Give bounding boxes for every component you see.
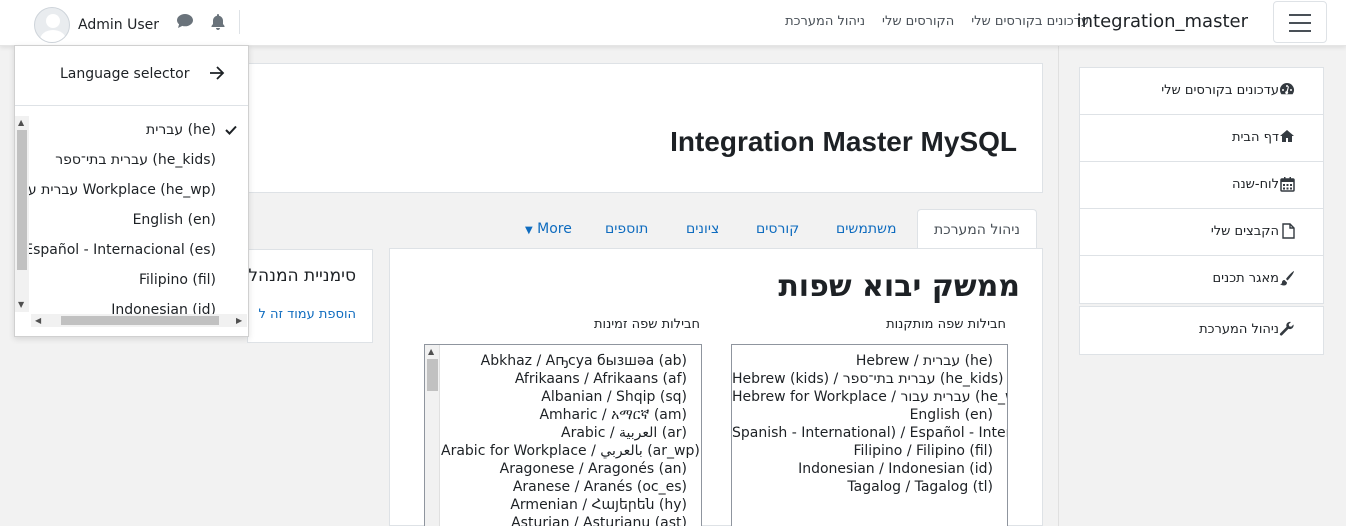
list-option[interactable]: Aragonese / Aragonés (an) <box>441 460 687 478</box>
list-option[interactable]: Filipino / Filipino (fil) <box>732 442 993 460</box>
list-option[interactable]: Afrikaans / Afrikaans (af) <box>441 370 687 388</box>
drawer-item-label: דף הבית <box>1231 130 1279 145</box>
language-option-he-wp[interactable]: עברית עבור Workplace (he_wp) <box>15 182 216 198</box>
language-selector-title[interactable]: Language selector <box>60 66 189 82</box>
site-brand[interactable]: integration_master <box>1077 11 1248 32</box>
dashboard-icon <box>1279 82 1295 100</box>
list-option[interactable]: Hebrew (kids) / עברית בתי־ספר (he_kids) <box>732 370 1004 388</box>
user-menu-toggle[interactable]: Admin User <box>34 7 159 43</box>
listbox-scrollbar[interactable]: ▲ <box>425 345 440 526</box>
home-icon <box>1279 129 1295 147</box>
drawer-item-label: לוח-שנה <box>1231 177 1279 192</box>
list-option[interactable]: Arabic / العربية (ar) <box>441 424 687 442</box>
tab-more[interactable]: ▼ More <box>509 209 588 249</box>
installed-packs-label: חבילות שפה מותקנות <box>886 317 1006 332</box>
block-title: סימניית המנהל <box>248 266 356 286</box>
tab-courses[interactable]: קורסים <box>740 209 815 249</box>
nav-link-my-courses[interactable]: הקורסים שלי <box>882 14 954 29</box>
available-packs-label: חבילות שפה זמינות <box>593 317 700 332</box>
drawer-item-label: ניהול המערכת <box>1199 322 1279 337</box>
drawer-item-calendar[interactable]: לוח-שנה <box>1080 162 1323 209</box>
language-import-panel: ממשק יבוא שפות חבילות שפה מותקנות חבילות… <box>389 248 1043 526</box>
list-option[interactable]: Abkhaz / Аҧсуа бызшәа (ab) <box>441 352 687 370</box>
list-option[interactable]: Asturian / Asturianu (ast) <box>441 514 687 526</box>
language-list: עברית (he) עברית בתי־ספר (he_kids) עברית… <box>15 116 248 316</box>
navbar-divider <box>239 10 240 34</box>
drawer-item-label: הקבצים שלי <box>1210 224 1279 239</box>
bookmark-page-link[interactable]: הוספת עמוד זה ל <box>258 307 356 322</box>
list-option[interactable]: Arabic for Workplace / بالعربي (ar_wp) <box>441 442 700 460</box>
available-packs-listbox[interactable]: ▲ Abkhaz / Аҧсуа бызшәа (ab) Afrikaans /… <box>424 344 702 526</box>
tab-users[interactable]: משתמשים <box>820 209 912 249</box>
caret-down-icon: ▼ <box>525 225 533 236</box>
list-option[interactable]: Tagalog / Tagalog (tl) <box>732 478 993 496</box>
tab-more-label: More <box>537 221 572 237</box>
list-option[interactable]: Aranese / Aranés (oc_es) <box>441 478 687 496</box>
tab-plugins[interactable]: תוספים <box>589 209 664 249</box>
admin-tabs: ניהול המערכת משתמשים קורסים ציונים תוספי… <box>389 209 1043 249</box>
language-option-fil[interactable]: Filipino (fil) <box>139 272 216 288</box>
nav-link-my-courses-updates[interactable]: עדכונים בקורסים שלי <box>971 14 1089 29</box>
messages-icon[interactable] <box>176 13 194 33</box>
list-option[interactable]: Armenian / Հայերեն (hy) <box>441 496 687 514</box>
wrench-icon <box>1279 321 1295 341</box>
drawer-item-label: עדכונים בקורסים שלי <box>1161 83 1279 98</box>
drawer-item-private-files[interactable]: הקבצים שלי <box>1080 209 1323 256</box>
language-selector-dropdown: Language selector עברית (he) עברית בתי־ס… <box>14 45 249 337</box>
language-list-vertical-scrollbar[interactable]: ▲ ▼ <box>15 116 29 312</box>
section-heading: ממשק יבוא שפות <box>778 269 1020 304</box>
page-header: Integration Master MySQL <box>247 63 1043 193</box>
notifications-bell-icon[interactable] <box>210 13 226 34</box>
list-option[interactable]: English (en) <box>732 406 993 424</box>
drawer-item-site-admin[interactable]: ניהול המערכת <box>1080 307 1323 354</box>
language-selector-header[interactable]: Language selector <box>15 46 248 106</box>
language-list-horizontal-scrollbar[interactable]: ◀ ▶ <box>31 314 247 327</box>
list-option[interactable]: Hebrew for Workplace / עברית עבור (he_wp… <box>732 388 1007 406</box>
nav-link-site-admin[interactable]: ניהול המערכת <box>785 14 865 29</box>
language-option-he-kids[interactable]: עברית בתי־ספר (he_kids) <box>55 152 216 168</box>
user-name[interactable]: Admin User <box>78 17 159 33</box>
scrollbar-thumb[interactable] <box>17 130 27 270</box>
list-option[interactable]: Amharic / አማርኛ (am) <box>441 406 687 424</box>
calendar-icon <box>1280 176 1295 196</box>
file-icon <box>1282 223 1295 243</box>
language-option-en[interactable]: English (en) <box>133 212 216 228</box>
list-option[interactable]: Albanian / Shqip (sq) <box>441 388 687 406</box>
drawer-nav-group: עדכונים בקורסים שלי דף הבית לוח-שנה הקבצ… <box>1079 67 1324 304</box>
admin-bookmarks-block: סימניית המנהל הוספת עמוד זה ל <box>247 249 373 343</box>
drawer-item-content-bank[interactable]: מאגר תכנים <box>1080 256 1323 303</box>
language-option-he[interactable]: עברית (he) <box>146 122 216 138</box>
user-avatar[interactable] <box>34 7 70 43</box>
scrollbar-thumb[interactable] <box>61 316 219 325</box>
drawer-item-home[interactable]: דף הבית <box>1080 115 1323 162</box>
drawer-item-label: מאגר תכנים <box>1212 271 1279 286</box>
drawer-admin-group: ניהול המערכת <box>1079 306 1324 355</box>
list-option[interactable]: Spanish - International) / Español - Int… <box>732 424 1007 442</box>
scrollbar-thumb[interactable] <box>427 359 438 391</box>
list-option[interactable]: Indonesian / Indonesian (id) <box>732 460 993 478</box>
top-navbar: Admin User עדכונים בקורסים שלי הקורסים ש… <box>0 0 1346 46</box>
language-option-es[interactable]: Español - Internacional (es) <box>24 242 216 258</box>
nav-drawer: עדכונים בקורסים שלי דף הבית לוח-שנה הקבצ… <box>1058 46 1346 526</box>
hamburger-menu-button[interactable] <box>1273 1 1327 43</box>
drawer-item-dashboard[interactable]: עדכונים בקורסים שלי <box>1080 68 1323 115</box>
primary-navigation: עדכונים בקורסים שלי הקורסים שלי ניהול המ… <box>785 14 1089 29</box>
list-option[interactable]: Hebrew / עברית (he) <box>732 352 993 370</box>
paint-brush-icon <box>1279 270 1295 290</box>
installed-packs-listbox[interactable]: Hebrew / עברית (he) Hebrew (kids) / עברי… <box>731 344 1008 526</box>
arrow-right-icon[interactable] <box>209 64 225 85</box>
tab-grades[interactable]: ציונים <box>670 209 735 249</box>
tab-site-admin[interactable]: ניהול המערכת <box>917 209 1038 249</box>
page-title: Integration Master MySQL <box>670 126 1017 157</box>
